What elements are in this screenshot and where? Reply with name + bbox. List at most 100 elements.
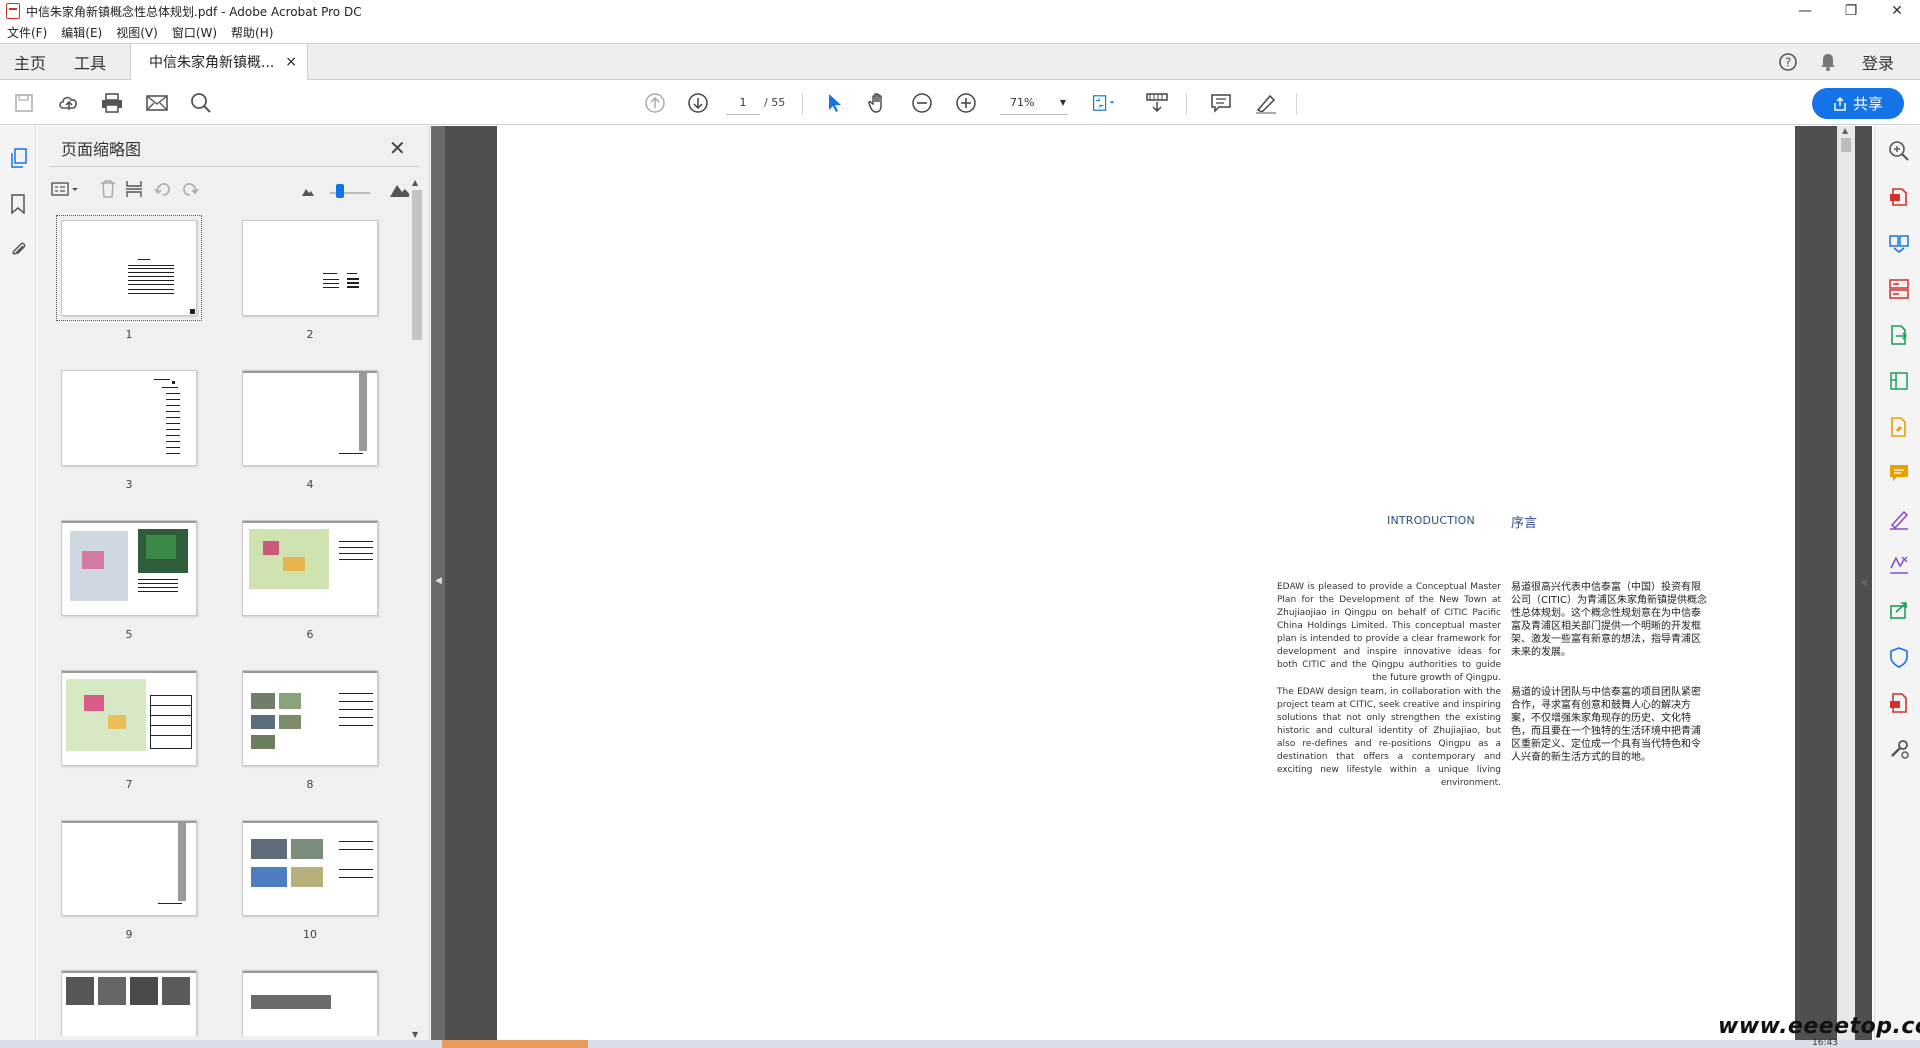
restore-button[interactable]: ❐ <box>1828 0 1874 22</box>
combine-files-icon[interactable] <box>1888 232 1910 254</box>
help-icon[interactable]: ? <box>1768 52 1808 72</box>
collapse-right-icon[interactable]: ◀ <box>1860 578 1867 588</box>
rotate-right-icon[interactable] <box>180 180 200 198</box>
more-pdf-tools-icon[interactable] <box>1888 692 1910 714</box>
thumbnail-page-number: 5 <box>125 628 133 641</box>
rotate-left-icon[interactable] <box>153 180 173 198</box>
page-heading-cn: 序言 <box>1511 516 1538 531</box>
attachment-icon[interactable] <box>10 240 28 260</box>
scrollbar-thumb[interactable] <box>412 190 422 340</box>
share-button[interactable]: 共享 <box>1812 88 1904 119</box>
page-thumbnail[interactable] <box>61 520 197 616</box>
scroll-up-icon[interactable]: ▲ <box>412 178 418 187</box>
page-thumbnail[interactable] <box>61 970 197 1036</box>
comment-tool-icon[interactable] <box>1888 462 1910 484</box>
collapse-left-icon[interactable]: ◀ <box>435 576 442 586</box>
protect-icon[interactable] <box>1888 646 1910 668</box>
page-thumbnails-icon[interactable] <box>10 148 28 168</box>
thumbnail-scrollbar[interactable]: ▲ ▼ <box>409 178 425 1040</box>
page-heading-en: INTRODUCTION <box>1387 514 1475 527</box>
menu-file[interactable]: 文件(F) <box>0 24 54 41</box>
notification-bell-icon[interactable] <box>1808 52 1848 72</box>
thumbnail-options-icon[interactable] <box>51 180 83 198</box>
extract-page-icon[interactable] <box>125 180 145 198</box>
upload-cloud-icon[interactable] <box>57 91 81 115</box>
window-controls: — ❐ ✕ <box>1782 0 1920 22</box>
thumbnail-panel: 页面缩略图 ✕ 1 2 3 4 5 6 7 8 9 10 ▲ ▼ <box>37 126 430 1040</box>
right-tools-pane <box>1874 126 1920 1040</box>
login-button[interactable]: 登录 <box>1848 50 1920 74</box>
print-icon[interactable] <box>100 91 124 115</box>
hand-tool-icon[interactable] <box>866 91 890 115</box>
title-bar: 中信朱家角新镇概念性总体规划.pdf - Adobe Acrobat Pro D… <box>0 0 1920 22</box>
menu-edit[interactable]: 编辑(E) <box>54 24 109 41</box>
highlight-pen-icon[interactable] <box>1254 91 1278 115</box>
window-title: 中信朱家角新镇概念性总体规划.pdf - Adobe Acrobat Pro D… <box>26 4 362 19</box>
search-icon[interactable] <box>189 91 213 115</box>
fill-sign-icon[interactable] <box>1888 416 1910 438</box>
scroll-up-icon[interactable]: ▲ <box>1842 126 1848 135</box>
thumbnail-page-number: 9 <box>125 928 133 941</box>
zoom-in-icon[interactable] <box>954 91 978 115</box>
scroll-mode-icon[interactable] <box>1145 91 1169 115</box>
close-tab-button[interactable]: × <box>285 54 297 70</box>
menu-window[interactable]: 窗口(W) <box>165 24 224 41</box>
zoom-tools-icon[interactable] <box>1888 140 1910 162</box>
menu-view[interactable]: 视图(V) <box>109 24 165 41</box>
fit-page-icon[interactable] <box>1092 91 1116 115</box>
thumbnail-page-number: 3 <box>125 478 133 491</box>
export-pdf-icon[interactable] <box>1888 324 1910 346</box>
send-and-track-icon[interactable] <box>1888 600 1910 622</box>
paragraph-en-2: The EDAW design team, in collaboration w… <box>1277 687 1501 788</box>
comment-icon[interactable] <box>1209 91 1233 115</box>
close-window-button[interactable]: ✕ <box>1874 0 1920 22</box>
next-page-icon[interactable] <box>686 91 710 115</box>
page-thumbnail[interactable] <box>242 220 378 316</box>
thumbnail-size-slider-handle[interactable] <box>336 184 344 198</box>
page-thumbnail[interactable] <box>242 820 378 916</box>
page-thumbnail[interactable] <box>242 670 378 766</box>
menu-bar: 文件(F) 编辑(E) 视图(V) 窗口(W) 帮助(H) <box>0 22 1920 42</box>
chevron-down-icon: ▼ <box>1059 98 1066 107</box>
page-thumbnail[interactable] <box>56 215 202 321</box>
save-icon[interactable] <box>12 91 36 115</box>
bookmark-icon[interactable] <box>10 194 28 215</box>
organize-pages-icon[interactable] <box>1888 278 1910 300</box>
zoom-out-icon[interactable] <box>910 91 934 115</box>
scroll-down-icon[interactable]: ▼ <box>412 1030 418 1039</box>
zoom-level-value: 71% <box>1010 96 1035 109</box>
zoom-level-select[interactable]: 71% ▼ <box>1000 91 1068 115</box>
panel-title: 页面缩略图 <box>61 140 142 159</box>
document-viewer[interactable]: ◀ INTRODUCTION 序言 EDAW is pleased to pro… <box>431 126 1872 1040</box>
email-icon[interactable] <box>145 91 169 115</box>
page-thumbnail[interactable] <box>242 520 378 616</box>
tab-home[interactable]: 主页 <box>0 44 60 79</box>
page-thumbnail[interactable] <box>61 670 197 766</box>
paragraph-cn-2: 易道的设计团队与中信泰富的项目团队紧密合作，寻求富有创意和鼓舞人心的解决方案，不… <box>1511 687 1701 763</box>
close-panel-icon[interactable]: ✕ <box>389 136 406 160</box>
menu-help[interactable]: 帮助(H) <box>224 24 280 41</box>
create-pdf-icon[interactable] <box>1888 186 1910 208</box>
edit-pdf-icon[interactable] <box>1888 370 1910 392</box>
tab-document[interactable]: 中信朱家角新镇概... × <box>130 43 309 80</box>
page-number-input[interactable]: 1 <box>726 91 760 115</box>
customize-tools-icon[interactable] <box>1888 738 1910 760</box>
tab-tools[interactable]: 工具 <box>60 44 120 79</box>
page-thumbnail[interactable] <box>61 820 197 916</box>
document-tab-label: 中信朱家角新镇概... <box>149 54 275 71</box>
page-thumbnail[interactable] <box>242 370 378 466</box>
thumbnail-page-number: 1 <box>125 328 133 341</box>
minimize-button[interactable]: — <box>1782 0 1828 22</box>
smaller-thumbnails-icon[interactable] <box>301 180 321 198</box>
send-for-signature-icon[interactable] <box>1888 554 1910 576</box>
fill-and-sign-pen-icon[interactable] <box>1888 508 1910 530</box>
page-thumbnail[interactable] <box>61 370 197 466</box>
select-cursor-icon[interactable] <box>823 91 847 115</box>
previous-page-icon[interactable] <box>643 91 667 115</box>
delete-page-icon[interactable] <box>99 180 119 198</box>
taskbar-active-item[interactable] <box>442 1040 588 1048</box>
document-scrollbar[interactable]: ▲ <box>1837 126 1855 1040</box>
scrollbar-thumb[interactable] <box>1841 138 1851 152</box>
tab-bar: 主页 工具 中信朱家角新镇概... × ? 登录 <box>0 43 1920 80</box>
page-thumbnail[interactable] <box>242 970 378 1036</box>
